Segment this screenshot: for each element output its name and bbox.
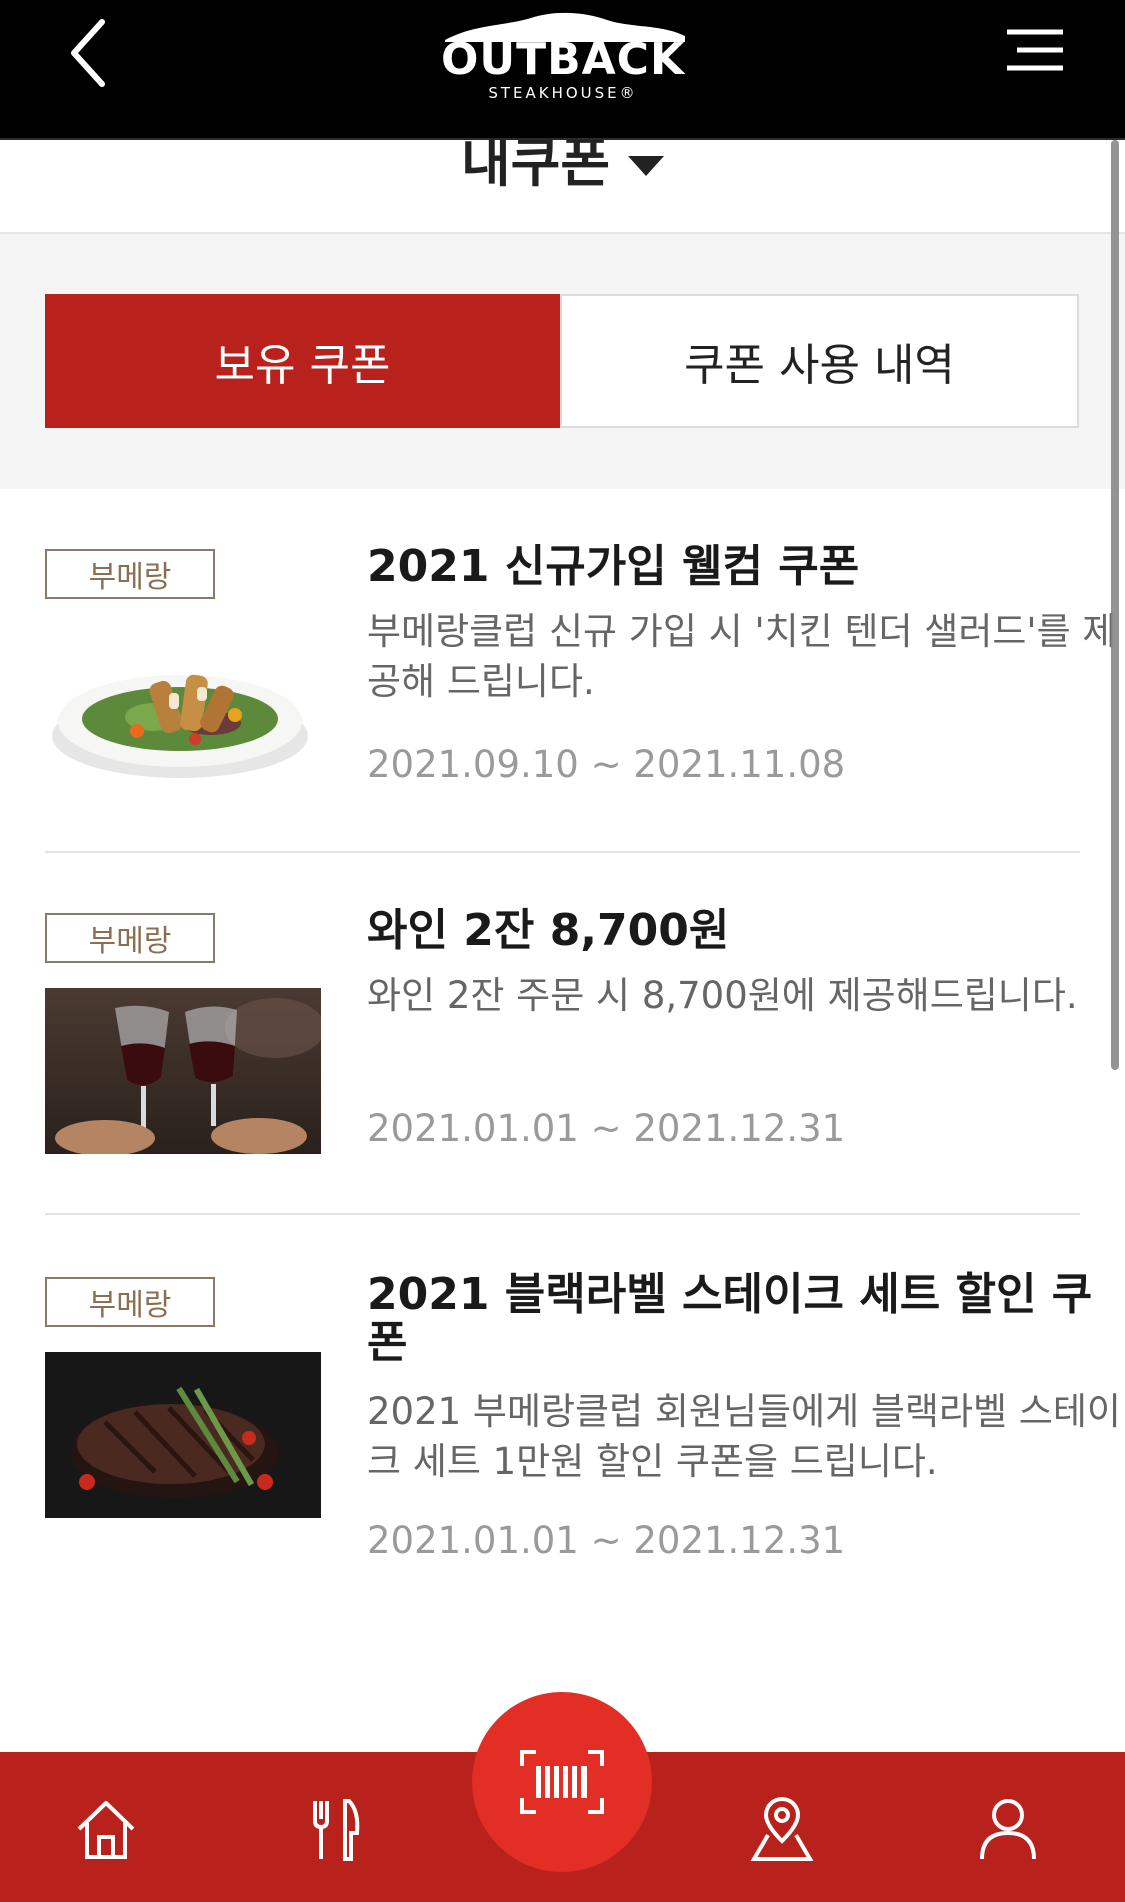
nav-menu[interactable] [295,1790,375,1870]
caret-down-icon [628,156,665,177]
barcode-scan-icon [520,1750,604,1814]
hamburger-icon [1007,29,1063,71]
nav-location[interactable] [742,1790,822,1870]
coupon-description: 와인 2잔 주문 시 8,700원에 제공해드립니다. [367,974,1078,1017]
scrollbar[interactable] [1111,140,1119,1070]
coupon-title: 와인 2잔 8,700원 [367,905,730,956]
tab-coupon-history[interactable]: 쿠폰 사용 내역 [560,294,1079,428]
coupon-tabs: 보유 쿠폰 쿠폰 사용 내역 [45,294,1079,428]
chevron-left-icon [71,19,105,87]
tab-owned-coupons[interactable]: 보유 쿠폰 [45,294,560,428]
nav-my-page[interactable] [968,1790,1048,1870]
coupon-date: 2021.09.10 ~ 2021.11.08 [367,743,846,786]
user-icon [980,1799,1036,1860]
page-title-bar[interactable]: 내쿠폰 [0,140,1125,234]
coupon-date: 2021.01.01 ~ 2021.12.31 [367,1519,846,1562]
page-title[interactable]: 내쿠폰 [0,140,1125,197]
tabs-area: 보유 쿠폰 쿠폰 사용 내역 [0,234,1125,489]
coupon-title: 2021 신규가입 웰컴 쿠폰 [367,541,860,592]
coupon-badge: 부메랑 [45,1277,215,1327]
back-button[interactable] [68,18,128,88]
divider [45,1213,1080,1215]
page-title-text: 내쿠폰 [460,140,611,194]
coupon-description: 2021 부메랑클럽 회원님들에게 블랙라벨 스테이크 세트 1만원 할인 쿠폰… [367,1390,1121,1483]
nav-home[interactable] [66,1790,146,1870]
app-header: OUTBACK STEAKHOUSE® [0,0,1125,140]
location-pin-icon [750,1797,814,1861]
menu-fork-knife-icon [313,1799,360,1861]
coupon-badge: 부메랑 [45,549,215,599]
outback-logo[interactable]: OUTBACK STEAKHOUSE® [435,6,691,102]
logo-text: OUTBACK [440,34,686,85]
divider [45,851,1080,853]
wine-glasses-icon [45,988,321,1154]
chicken-salad-icon [45,621,321,787]
hamburger-menu-button[interactable] [1005,26,1065,76]
steak-icon [45,1352,321,1518]
coupon-date: 2021.01.01 ~ 2021.12.31 [367,1107,846,1150]
coupon-title: 2021 블랙라벨 스테이크 세트 할인 쿠폰 [367,1269,1093,1368]
barcode-scan-button[interactable] [472,1692,652,1872]
logo-subtext: STEAKHOUSE® [488,84,638,102]
home-icon [77,1801,135,1859]
coupon-description: 부메랑클럽 신규 가입 시 '치킨 텐더 샐러드'를 제공해 드립니다. [367,610,1117,703]
coupon-badge: 부메랑 [45,913,215,963]
